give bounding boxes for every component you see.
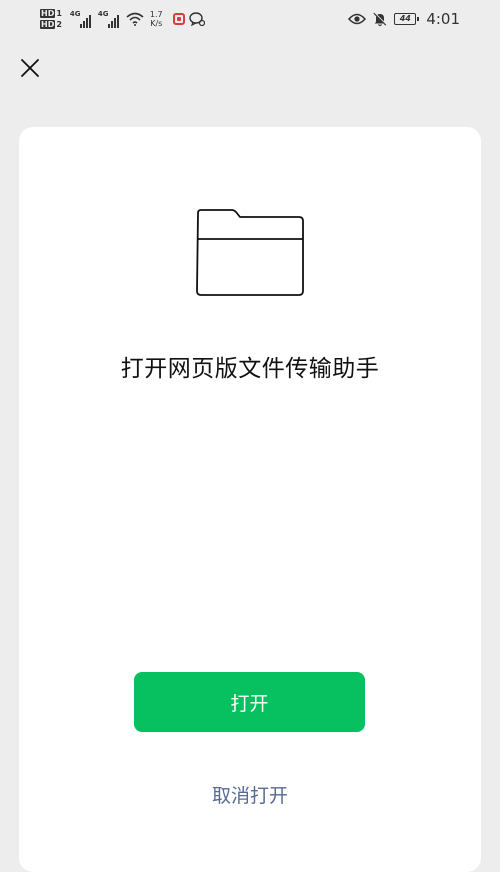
eye-icon (348, 13, 367, 25)
status-bar: HD 1 HD 2 4G 4G 1.7 K/s 44 4:01 (0, 0, 500, 40)
folder-icon (196, 209, 304, 296)
signal-bars (79, 15, 91, 28)
notification-app-icon (172, 13, 185, 25)
network-speed: 1.7 K/s (150, 10, 163, 28)
close-button[interactable] (16, 54, 44, 82)
mute-bell-icon (373, 11, 388, 27)
status-bar-left: HD 1 HD 2 4G 4G 1.7 K/s (40, 6, 205, 32)
clock-time: 4:01 (426, 10, 460, 28)
signal-bars (107, 15, 119, 28)
wifi-icon (126, 12, 144, 26)
chat-bubble-icon (188, 12, 205, 26)
hd-badge-index: 1 (56, 9, 62, 18)
dialog-title: 打开网页版文件传输助手 (120, 356, 380, 382)
open-button[interactable]: 打开 (134, 672, 365, 732)
network-speed-unit: K/s (150, 19, 163, 28)
close-icon (21, 59, 39, 77)
signal-tech-label: 4G (69, 10, 81, 18)
status-bar-right: 44 4:01 (348, 9, 460, 29)
network-speed-value: 1.7 (149, 10, 163, 19)
signal-2-icon: 4G (98, 10, 119, 28)
hd-badge-2: HD 2 (40, 20, 62, 29)
signal-tech-label: 4G (97, 10, 109, 18)
hd-badge-1: HD 1 (40, 9, 62, 18)
hd-badge-index: 2 (56, 20, 62, 29)
signal-1-icon: 4G (70, 10, 91, 28)
battery-icon: 44 (394, 13, 420, 25)
hd-badge-label: HD (40, 9, 56, 18)
dialog-sheet: 打开网页版文件传输助手 打开 取消打开 (19, 127, 481, 872)
hd-badge-label: HD (40, 20, 56, 29)
cancel-open-link[interactable]: 取消打开 (19, 781, 481, 808)
hd-badges: HD 1 HD 2 (40, 9, 62, 29)
